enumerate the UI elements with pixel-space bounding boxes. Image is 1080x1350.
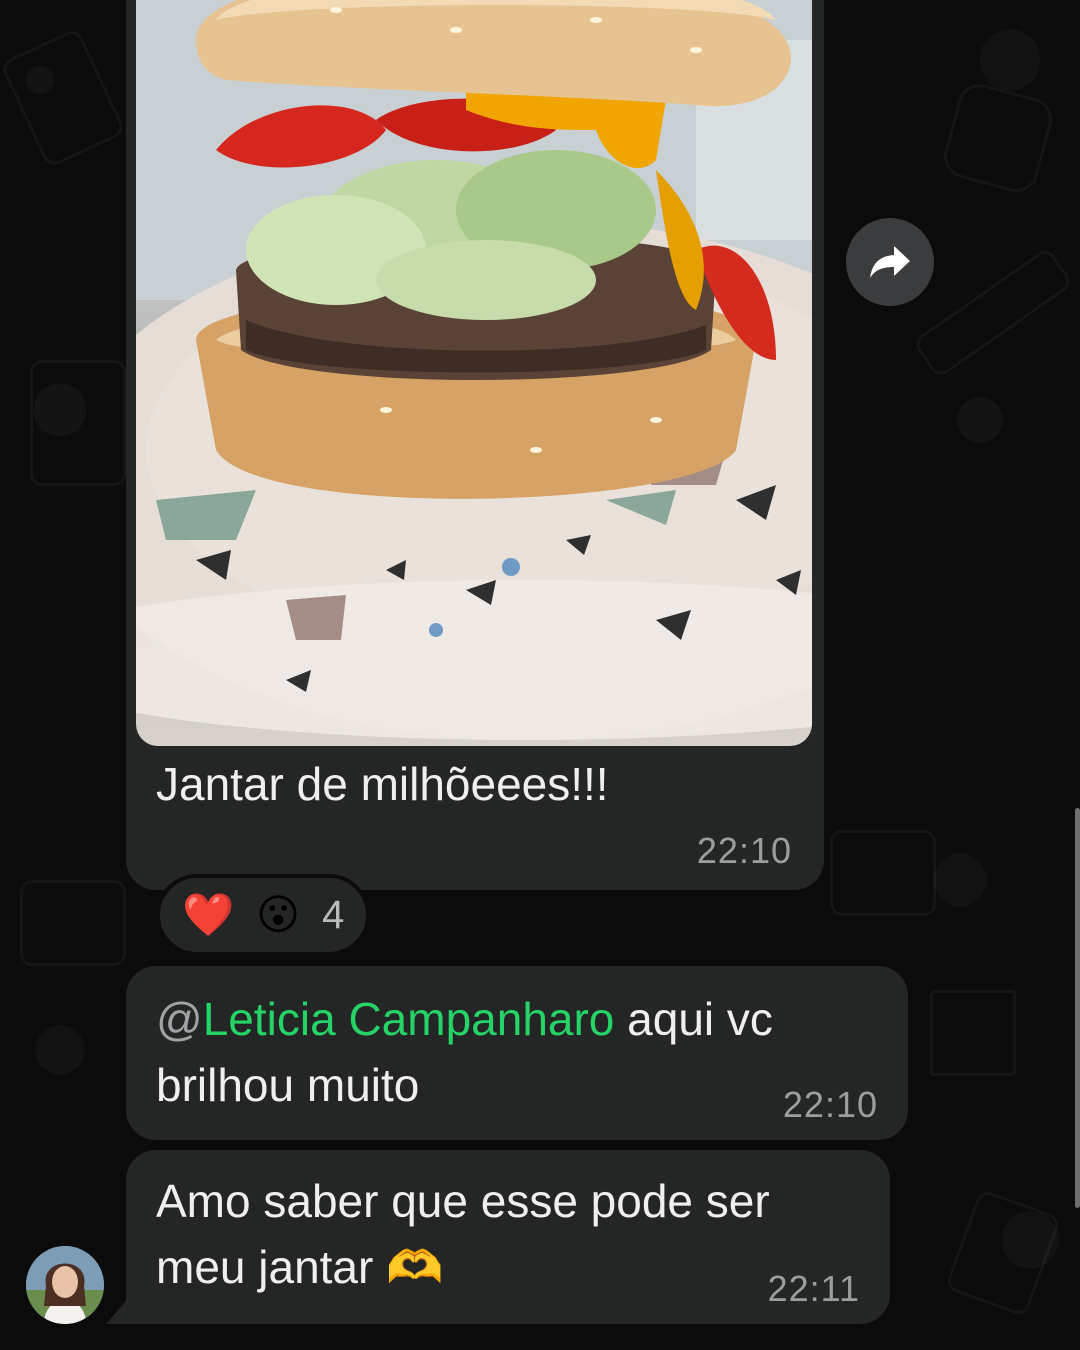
surprised-reaction: 😮	[256, 891, 301, 938]
wallpaper-doodle	[930, 990, 1016, 1076]
wallpaper-doodle	[830, 830, 936, 916]
photo-message-bubble[interactable]: Jantar de milhõeees!!! 22:10	[126, 0, 824, 890]
wallpaper-doodle	[0, 27, 127, 169]
wallpaper-doodle	[911, 246, 1075, 380]
reaction-count: 4	[322, 892, 345, 937]
message-text: @Leticia Campanharo aqui vc brilhou muit…	[156, 986, 878, 1118]
bubble-tail	[106, 1296, 130, 1324]
message-text: Amo saber que esse pode ser meu jantar 🫶	[156, 1175, 770, 1293]
wallpaper-doodle	[939, 79, 1057, 197]
mention-message-bubble[interactable]: @Leticia Campanharo aqui vc brilhou muit…	[126, 966, 908, 1140]
burger-image	[136, 0, 812, 740]
mention-link[interactable]: Leticia Campanharo	[203, 993, 615, 1045]
forward-arrow-icon	[870, 246, 910, 278]
wallpaper-doodle	[944, 1188, 1062, 1318]
chat-window: Jantar de milhõeees!!! 22:10 ❤️ 😮 4 @Let…	[0, 0, 1080, 1350]
message-timestamp: 22:11	[767, 1268, 860, 1309]
avatar-image	[26, 1246, 104, 1324]
reactions-pill[interactable]: ❤️ 😮 4	[156, 874, 370, 956]
mention-at-symbol: @	[156, 993, 203, 1045]
photo-caption: Jantar de milhõeees!!!	[156, 758, 609, 810]
wallpaper-doodle	[20, 880, 126, 966]
message-timestamp: 22:10	[782, 1084, 878, 1125]
message-timestamp: 22:10	[696, 830, 792, 871]
forward-button[interactable]	[846, 218, 934, 306]
reply-message-bubble[interactable]: Amo saber que esse pode ser meu jantar 🫶…	[126, 1150, 890, 1324]
scrollbar[interactable]	[1075, 808, 1080, 1208]
burger-photo[interactable]	[136, 0, 812, 746]
wallpaper-doodle	[30, 360, 126, 486]
sender-avatar[interactable]	[26, 1246, 104, 1324]
heart-reaction: ❤️	[182, 891, 235, 938]
